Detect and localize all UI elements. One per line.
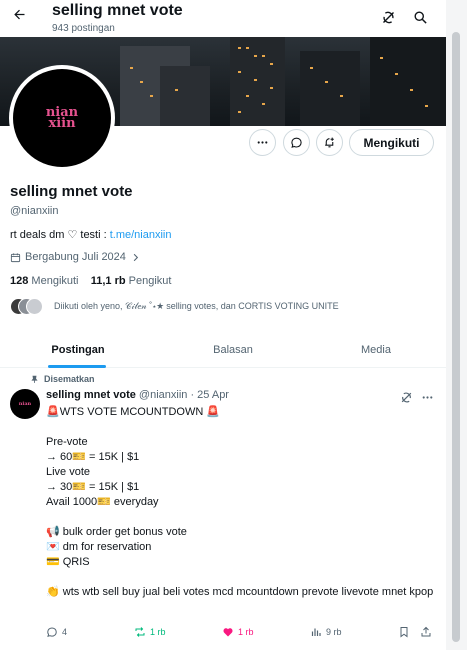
tab-media[interactable]: Media [323,331,429,368]
more-icon [257,141,268,144]
avatar [26,298,43,315]
post-count: 943 postingan [52,23,115,34]
tweet-line [46,420,438,435]
reply-count: 4 [62,627,68,637]
following-button[interactable]: Mengikuti [349,129,434,156]
bookmark-icon [400,627,408,638]
message-button[interactable] [283,129,310,156]
following-count: 128 [10,275,29,287]
banner-building [300,51,360,126]
tweet-handle-date[interactable]: @nianxiin · 25 Apr [139,389,229,401]
pinned-label: Disematkan [30,374,95,384]
scrollbar-thumb[interactable] [452,32,460,642]
tweet-line [46,570,438,585]
active-tab-indicator [48,365,106,368]
banner-building [370,37,446,126]
tweet-grok-icon[interactable] [398,389,414,405]
bell-plus-icon [325,137,334,148]
tweet-line: → 30🎫 = 15K | $1 [46,481,140,493]
tweet-line: Avail 1000🎫 everyday [46,496,159,508]
tweet-line: 💌 dm for reservation [46,541,152,553]
tab-posts[interactable]: Postingan [25,331,131,368]
followed-by-row[interactable]: Diikuti oleh yeno, 𝒞𝒾𝓁𝑒𝓃 ˚⋆★ selling vot… [10,298,339,315]
header-title: selling mnet vote [52,2,183,19]
reply-icon [47,627,57,637]
repost-icon [135,627,145,637]
followers-link[interactable]: 11,1 rb Pengikut [91,275,172,287]
tweet-line: 👏 wts wtb sell buy jual beli votes mcd m… [46,586,434,598]
pin-icon [31,375,38,383]
profile-avatar[interactable]: nian xiin [13,69,111,167]
join-date-text: Bergabung Juli 2024 [25,251,126,263]
bio-text: rt deals dm ♡ testi : [10,229,110,241]
tweet-header: selling mnet vote @nianxiin · 25 Apr [46,389,229,401]
back-arrow-icon[interactable] [8,6,30,28]
repost-button[interactable]: 1 rb [134,624,166,640]
follow-stats: 128 Mengikuti 11,1 rb Pengikut [10,275,171,287]
grok-icon[interactable] [378,7,398,27]
followers-label: Pengikut [128,275,172,287]
tweet-line [46,510,438,525]
calendar-icon [10,252,21,262]
join-date: Bergabung Juli 2024 [10,251,141,263]
following-link[interactable]: 128 Mengikuti [10,275,79,287]
views-button[interactable]: 9 rb [310,624,342,640]
follower-avatars [10,298,44,315]
profile-tabs: Postingan Balasan Media [0,331,446,368]
followers-count: 11,1 rb [90,275,126,287]
tweet-avatar[interactable]: nian [10,389,40,419]
bio-link[interactable]: t.me/nianxiin [110,229,172,241]
tab-replies[interactable]: Balasan [180,331,286,368]
view-count: 9 rb [326,627,342,637]
profile-name: selling mnet vote [10,183,133,200]
repost-count: 1 rb [150,627,166,637]
pinned-text: Disematkan [44,374,95,384]
profile-handle: @nianxiin [10,205,59,217]
notification-bell-button[interactable] [316,129,343,156]
share-icon [421,626,431,637]
chat-icon [291,137,302,148]
top-bar: selling mnet vote 943 postingan [0,0,446,37]
tweet-line: Pre-vote [46,436,88,448]
tweet-avatar-logo: nian [18,401,32,407]
tweet-more-icon[interactable] [419,389,435,405]
chevron-right-icon[interactable] [130,252,141,263]
search-icon[interactable] [410,7,430,27]
bookmark-button[interactable] [398,624,410,640]
banner-building [160,66,210,126]
analytics-icon [311,628,321,636]
followed-by-text: Diikuti oleh yeno, 𝒞𝒾𝓁𝑒𝓃 ˚⋆★ selling vot… [54,301,339,311]
tweet-line: → 60🎫 = 15K | $1 [46,451,140,463]
tweet-actions: 4 1 rb 1 rb 9 rb [46,624,441,640]
avatar-logo-text: xiin [48,116,76,131]
tweet-line: Live vote [46,466,91,478]
tweet-text: 🚨WTS VOTE MCOUNTDOWN 🚨 Pre-vote → 60🎫 = … [46,405,438,600]
heart-icon [223,628,233,637]
like-count: 1 rb [238,627,254,637]
tweet-line: 💳 QRIS [46,556,90,568]
like-button[interactable]: 1 rb [222,624,254,640]
profile-bio: rt deals dm ♡ testi : t.me/nianxiin [10,228,172,241]
tweet-line: 📢 bulk order get bonus vote [46,526,187,538]
more-options-button[interactable] [249,129,276,156]
tweet-author-name[interactable]: selling mnet vote [46,389,136,401]
reply-button[interactable]: 4 [46,624,67,640]
share-button[interactable] [420,624,432,640]
tweet-line: 🚨WTS VOTE MCOUNTDOWN 🚨 [46,406,221,418]
following-label: Mengikuti [31,275,79,287]
